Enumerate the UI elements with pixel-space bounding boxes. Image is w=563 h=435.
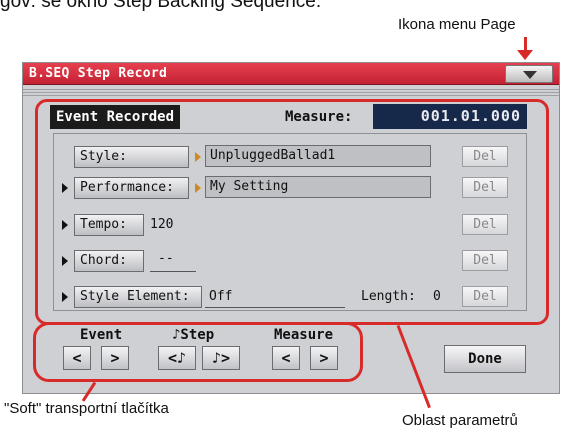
page-menu-pointer-head bbox=[517, 50, 533, 60]
title-stripes bbox=[23, 87, 559, 97]
parameter-area-outline bbox=[35, 99, 549, 325]
page-menu-arrow-icon bbox=[523, 71, 537, 79]
soft-transport-outline bbox=[33, 322, 363, 382]
top-caption: gov: se okno Step Backing Sequence: bbox=[0, 0, 322, 12]
parameter-area-caption: Oblast parametrů bbox=[402, 412, 518, 429]
done-button[interactable]: Done bbox=[444, 345, 526, 373]
page-menu-caption: Ikona menu Page bbox=[398, 16, 516, 33]
page-menu-button[interactable] bbox=[505, 65, 553, 83]
window-title: B.SEQ Step Record bbox=[29, 66, 168, 81]
soft-transport-caption: "Soft" transportní tlačítka bbox=[4, 400, 169, 417]
title-bar: B.SEQ Step Record bbox=[23, 63, 559, 85]
